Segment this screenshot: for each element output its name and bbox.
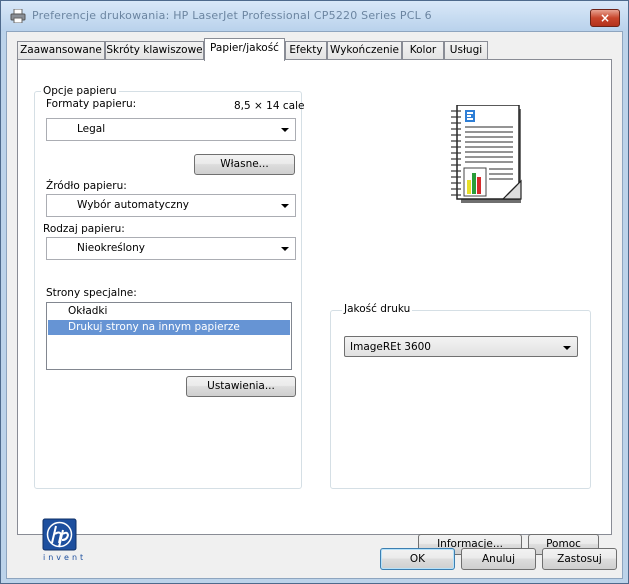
- custom-size-button[interactable]: Własne...: [194, 154, 295, 175]
- settings-button[interactable]: Ustawienia...: [186, 376, 296, 397]
- paper-quality-tab-page: Opcje papieru Formaty papieru: 8,5 × 14 …: [17, 59, 612, 562]
- tab-efekty[interactable]: Efekty: [285, 41, 327, 60]
- tab-skroty-klawiszowe[interactable]: Skróty klawiszowe: [105, 41, 204, 60]
- paper-type-label: Rodzaj papieru:: [43, 223, 125, 235]
- window-title: Preferencje drukowania: HP LaserJet Prof…: [32, 9, 432, 22]
- tab-uslugi[interactable]: Usługi: [444, 41, 488, 60]
- hp-invent-text: invent: [43, 553, 87, 562]
- tab-wykonczenie[interactable]: Wykończenie: [327, 41, 402, 60]
- printer-icon: [10, 9, 26, 23]
- paper-source-select[interactable]: Wybór automatyczny: [46, 194, 296, 217]
- dialog-client-area: Zaawansowane Skróty klawiszowe Papier/ja…: [6, 31, 623, 579]
- chevron-down-icon: [563, 346, 571, 350]
- printing-preferences-window: Preferencje drukowania: HP LaserJet Prof…: [0, 0, 629, 584]
- tab-zaawansowane[interactable]: Zaawansowane: [17, 41, 105, 60]
- paper-source-label: Źródło papieru:: [46, 180, 127, 192]
- chevron-down-icon: [281, 204, 289, 208]
- tab-kolor[interactable]: Kolor: [402, 41, 444, 60]
- paper-formats-label: Formaty papieru:: [46, 98, 137, 110]
- chevron-down-icon: [281, 247, 289, 251]
- page-preview-icon: [451, 105, 522, 203]
- list-item[interactable]: Okładki: [48, 304, 290, 319]
- special-pages-label: Strony specjalne:: [46, 287, 137, 299]
- paper-size-text: 8,5 × 14 cale: [234, 100, 305, 112]
- list-item[interactable]: Drukuj strony na innym papierze: [48, 320, 290, 335]
- close-icon: ×: [599, 11, 611, 25]
- paper-type-select[interactable]: Nieokreślony: [46, 237, 296, 260]
- chevron-down-icon: [281, 128, 289, 132]
- cancel-button[interactable]: Anuluj: [461, 548, 536, 570]
- tab-papier-jakosc[interactable]: Papier/jakość: [204, 38, 285, 61]
- title-bar[interactable]: Preferencje drukowania: HP LaserJet Prof…: [1, 1, 628, 31]
- special-pages-list[interactable]: Okładki Drukuj strony na innym papierze: [46, 302, 292, 370]
- paper-format-select[interactable]: Legal: [46, 118, 296, 141]
- ok-button[interactable]: OK: [380, 548, 455, 570]
- print-quality-select[interactable]: ImageREt 3600: [344, 336, 578, 357]
- apply-button[interactable]: Zastosuj: [542, 548, 617, 570]
- close-button[interactable]: ×: [590, 9, 620, 27]
- paper-options-group-label: Opcje papieru: [41, 85, 119, 97]
- print-quality-group-label: Jakość druku: [342, 303, 413, 315]
